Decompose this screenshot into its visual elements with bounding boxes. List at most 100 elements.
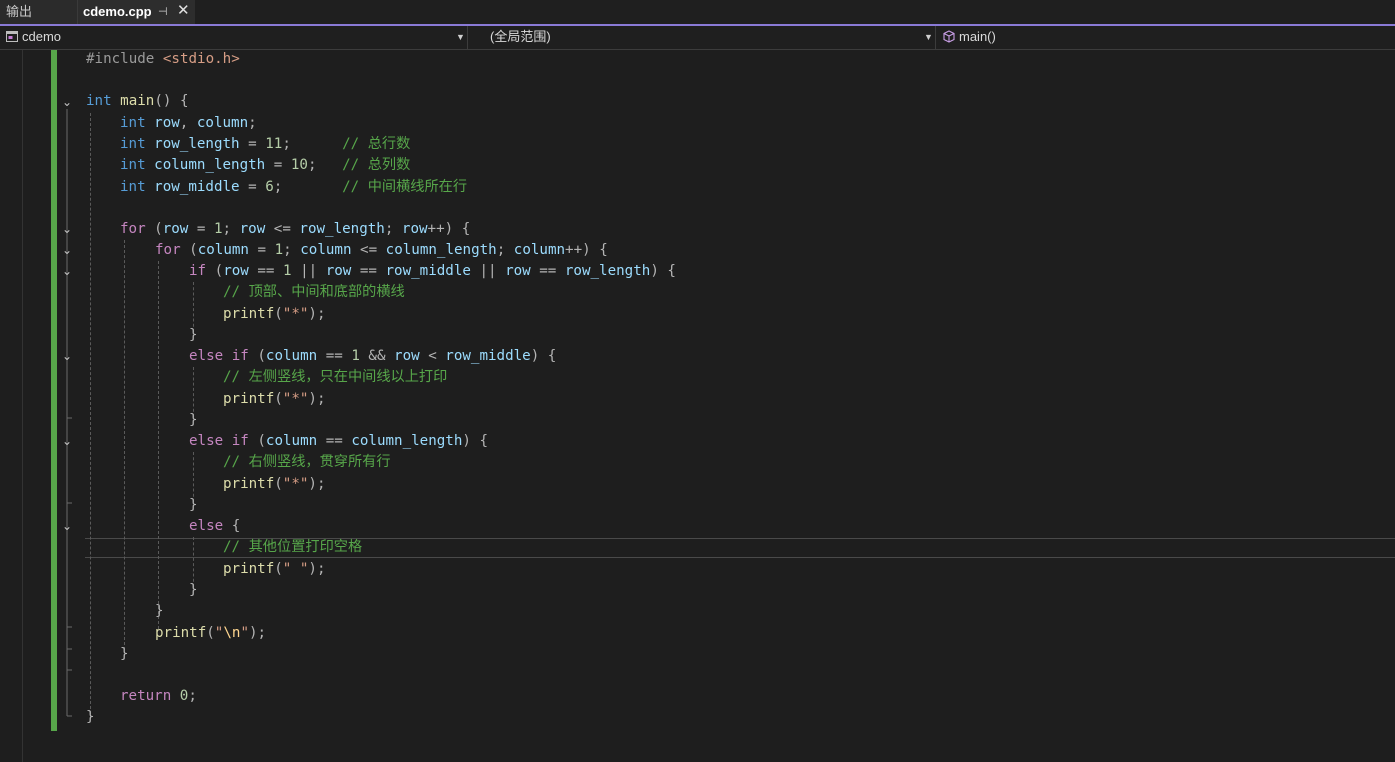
code-token: row <box>394 348 420 364</box>
code-line: for (row = 1; row <= row_length; row++) … <box>120 221 471 237</box>
code-string: "*" <box>282 306 309 322</box>
code-line: int row, column; <box>120 115 257 131</box>
code-comment: // 其他位置打印空格 <box>223 539 363 555</box>
code-token: column <box>197 242 249 258</box>
code-line: } <box>189 497 198 513</box>
code-token: row_middle <box>445 348 531 364</box>
code-token: printf <box>223 306 275 322</box>
code-line: printf("*"); <box>223 391 326 407</box>
code-editor[interactable]: ⌄ ⌄ ⌄ ⌄ ⌄ ⌄ ⌄ #include <stdio.h> int mai… <box>0 50 1395 762</box>
code-comment: // 顶部、中间和底部的横线 <box>223 284 405 300</box>
code-token: column <box>196 115 249 131</box>
code-token: row <box>239 221 266 237</box>
code-line: } <box>120 646 129 662</box>
tab-output[interactable]: 输出 <box>0 0 78 24</box>
code-token: 11 <box>265 136 283 152</box>
code-line: else if (column == column_length) { <box>189 433 488 449</box>
code-token: if <box>189 263 207 279</box>
code-comment: // 中间横线所在行 <box>342 179 468 195</box>
code-line: printf(" "); <box>223 561 326 577</box>
code-token: 1 <box>282 263 292 279</box>
code-line: } <box>155 603 164 619</box>
code-token: else <box>189 348 224 364</box>
code-token: row <box>162 221 189 237</box>
tab-cdemo-cpp[interactable]: cdemo.cpp ⊣ ✕ <box>78 0 195 24</box>
chevron-down-icon[interactable]: ⌄ <box>60 349 74 363</box>
code-token: column <box>265 433 318 449</box>
code-token: printf <box>223 391 275 407</box>
code-line: // 右侧竖线，贯穿所有行 <box>223 452 391 473</box>
code-token: int <box>120 157 146 173</box>
code-string: "*" <box>282 391 309 407</box>
chevron-down-icon[interactable]: ⌄ <box>60 243 74 257</box>
code-line: return 0; <box>120 688 197 704</box>
code-token: row_middle <box>154 179 240 195</box>
code-token: 10 <box>290 157 308 173</box>
project-dropdown[interactable]: cdemo ▼ <box>0 26 468 49</box>
outline-lines <box>66 109 72 717</box>
code-token: 1 <box>213 221 223 237</box>
close-icon[interactable]: ✕ <box>177 0 190 23</box>
code-token: column <box>513 242 566 258</box>
code-token: column_length <box>385 242 497 258</box>
code-token: row <box>223 263 249 279</box>
code-token: row <box>401 221 428 237</box>
code-token: printf <box>223 476 275 492</box>
code-line: int row_middle = 6; // 中间横线所在行 <box>120 179 468 195</box>
code-line: int row_length = 11; // 总行数 <box>120 136 411 152</box>
code-token: else <box>189 518 224 534</box>
scope-dropdown[interactable]: (全局范围) ▼ <box>469 26 936 49</box>
code-token: row <box>505 263 531 279</box>
code-token: row <box>325 263 352 279</box>
code-line: int column_length = 10; // 总列数 <box>120 157 411 173</box>
chevron-down-icon[interactable]: ⌄ <box>60 222 74 236</box>
tab-output-label: 输出 <box>6 4 33 19</box>
code-comment: // 左侧竖线，只在中间线以上打印 <box>223 369 448 385</box>
code-token: 1 <box>274 242 284 258</box>
chevron-down-icon[interactable]: ⌄ <box>60 434 74 448</box>
code-line: printf("*"); <box>223 306 326 322</box>
code-token: int <box>86 93 112 109</box>
code-token: column <box>265 348 318 364</box>
code-token: row_middle <box>385 263 471 279</box>
chevron-down-icon: ▼ <box>456 32 465 42</box>
scope-dropdown-value: (全局范围) <box>490 29 551 44</box>
code-token: column <box>300 242 352 258</box>
code-line: // 左侧竖线，只在中间线以上打印 <box>223 367 447 388</box>
code-comment: // 右侧竖线，贯穿所有行 <box>223 454 391 470</box>
code-token: row <box>154 115 180 131</box>
code-comment: // 总列数 <box>342 157 411 173</box>
code-line: } <box>189 412 198 428</box>
code-line: int main() { <box>86 93 189 109</box>
code-line: // 顶部、中间和底部的横线 <box>223 282 405 303</box>
code-token: else <box>189 433 224 449</box>
code-token: if <box>231 348 249 364</box>
code-token: row_length <box>299 221 385 237</box>
chevron-down-icon[interactable]: ⌄ <box>60 264 74 278</box>
code-string: " " <box>282 561 309 577</box>
chevron-down-icon: ▼ <box>924 32 933 42</box>
code-token: int <box>120 136 146 152</box>
chevron-down-icon[interactable]: ⌄ <box>60 519 74 533</box>
member-dropdown[interactable]: main() <box>937 26 1395 49</box>
code-token: int <box>120 115 146 131</box>
chevron-down-icon[interactable]: ⌄ <box>60 95 74 109</box>
code-token: printf <box>155 625 207 641</box>
code-line: // 其他位置打印空格 <box>223 537 362 558</box>
indent-guide <box>90 113 91 719</box>
code-token: column_length <box>154 157 266 173</box>
cube-icon <box>943 30 955 43</box>
code-token: row_length <box>154 136 240 152</box>
code-escape: \n <box>223 625 241 641</box>
code-token: return <box>120 688 172 704</box>
pin-icon[interactable]: ⊣ <box>158 0 168 24</box>
code-token: #include <box>86 51 155 67</box>
tab-active-label: cdemo.cpp <box>83 4 152 19</box>
member-dropdown-value: main() <box>959 29 996 44</box>
code-line: #include <stdio.h> <box>86 49 240 70</box>
code-line: for (column = 1; column <= column_length… <box>155 242 608 258</box>
code-token: row_length <box>564 263 651 279</box>
navigation-bar: cdemo ▼ (全局范围) ▼ main() <box>0 26 1395 50</box>
code-token: if <box>231 433 249 449</box>
code-line: } <box>86 709 95 725</box>
